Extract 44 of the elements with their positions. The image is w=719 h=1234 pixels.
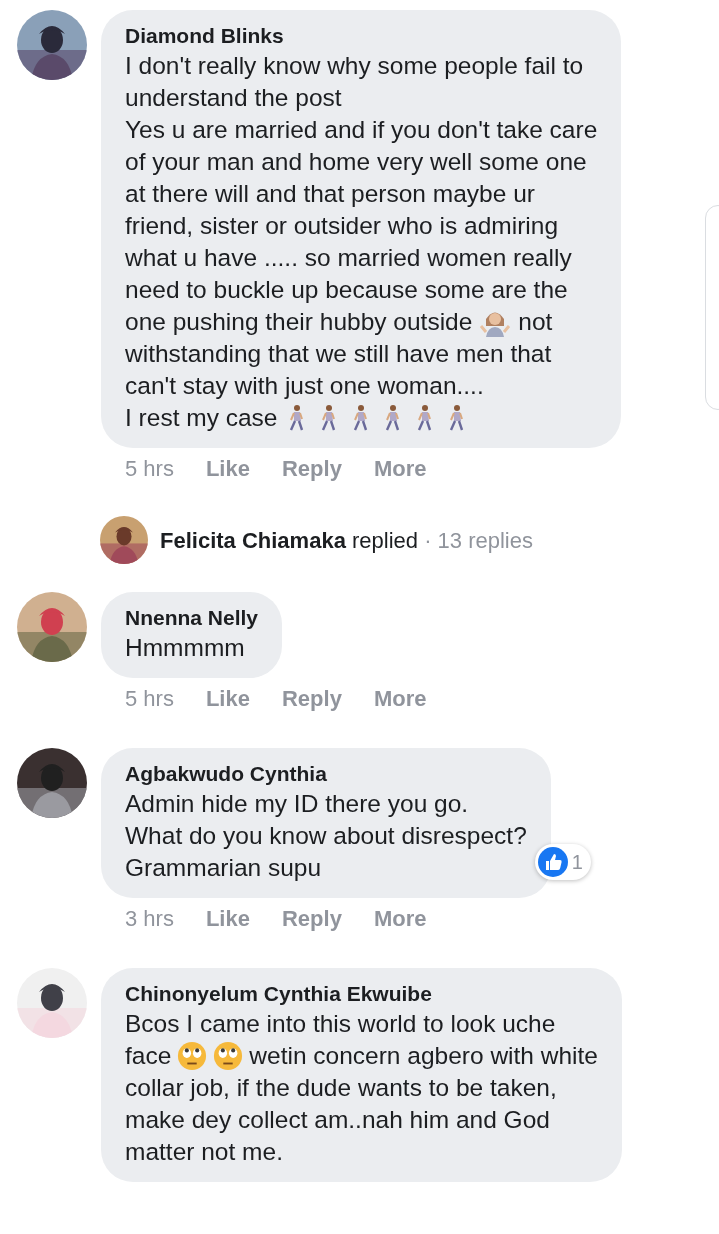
comment-text: What do you know about disrespect?	[125, 821, 527, 851]
author-link[interactable]: Nnenna Nelly	[125, 604, 259, 632]
comment-text: not	[518, 307, 553, 337]
author-link[interactable]: Chinonyelum Cynthia Ekwuibe	[125, 980, 598, 1008]
comment-text: of your man and home very well some one	[125, 147, 587, 177]
comment-text: Admin hide my ID there you go.	[125, 789, 469, 819]
comment-text: make dey collect am..nah him and God	[125, 1105, 550, 1135]
comment-text: Yes u are married and if you don't take care	[125, 115, 598, 145]
comment-text: one pushing their hubby outside	[125, 307, 473, 337]
comment-text: need to buckle up because some are the	[125, 275, 568, 305]
author-link[interactable]: Diamond Blinks	[125, 22, 598, 50]
reply-link[interactable]: Reply	[281, 904, 342, 934]
comment-text: face	[125, 1041, 172, 1071]
more-link[interactable]: More	[373, 904, 427, 934]
like-link[interactable]: Like	[205, 684, 250, 714]
reply-link[interactable]: Reply	[281, 684, 342, 714]
timestamp: 3 hrs	[125, 905, 174, 933]
reply-link[interactable]: Reply	[281, 454, 342, 484]
like-link[interactable]: Like	[205, 904, 250, 934]
like-icon	[537, 847, 568, 877]
comment-text: collar job, if the dude wants to be taken,	[125, 1073, 557, 1103]
comment-text: friend, sister or outsider who is admiring	[125, 211, 558, 241]
comment-text: at there will and that person maybe ur	[125, 179, 535, 209]
eye-roll-emoji-icon	[213, 1041, 244, 1071]
more-link[interactable]: More	[373, 454, 427, 484]
comment-text: Bcos I came into this world to look uche	[125, 1009, 556, 1039]
comment-text: matter not me.	[125, 1137, 283, 1167]
author-link[interactable]: Agbakwudo Cynthia	[125, 760, 527, 788]
comment-text: understand the post	[125, 83, 342, 113]
comment-text: Hmmmmm	[125, 633, 245, 663]
more-link[interactable]: More	[373, 684, 427, 714]
comment-text: what u have ..... so married women really	[125, 243, 572, 273]
comment-text: wetin concern agbero with white	[249, 1041, 598, 1071]
comment-text: I don't really know why some people fail to	[125, 51, 584, 81]
timestamp: 5 hrs	[125, 685, 174, 713]
comment-text: can't stay with just one woman....	[125, 371, 484, 401]
reaction-count[interactable]: 1	[534, 844, 591, 880]
like-link[interactable]: Like	[205, 454, 250, 484]
comment-text: I rest my case	[125, 403, 278, 433]
comment-text: Grammarian supu	[125, 853, 322, 883]
eye-roll-emoji-icon	[177, 1041, 208, 1071]
replies-link[interactable]: Felicita Chiamaka replied · 13 replies	[160, 523, 533, 557]
timestamp: 5 hrs	[125, 455, 174, 483]
comment-text: withstanding that we still have men that	[125, 339, 552, 369]
